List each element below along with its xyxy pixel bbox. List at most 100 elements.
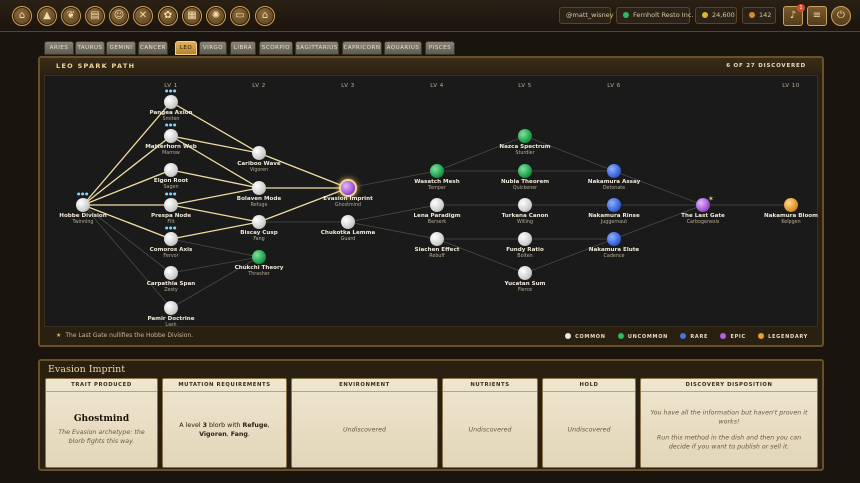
coins-pill: 24,600 (695, 7, 737, 24)
tab-pisces[interactable]: PISCES (425, 41, 455, 55)
node-name: Matterhorn Web (145, 144, 197, 150)
tab-gemini[interactable]: GEMINI (106, 41, 136, 55)
power-button[interactable]: ⏻ (831, 6, 851, 26)
legend-dot-icon (720, 333, 727, 339)
node-trait: Berserk (427, 219, 447, 225)
node-name: Pamir Doctrine (147, 316, 195, 322)
node-name: Cariboo Wave (237, 161, 281, 167)
tab-virgo[interactable]: VIRGO (199, 41, 227, 55)
node-name: Wasatch Mesh (414, 179, 460, 185)
spark-node-bolaven[interactable] (252, 181, 266, 195)
node-label: The Last Gate Carbogenesis (681, 213, 725, 226)
spark-node-cariboo[interactable] (252, 146, 266, 160)
spark-node-comoros[interactable] (164, 232, 178, 246)
home-icon[interactable]: ⌂ (12, 6, 32, 26)
legend-dot-icon (617, 333, 624, 339)
tools-icon[interactable]: ✕ (133, 6, 153, 26)
spark-node-pangea[interactable] (164, 95, 178, 109)
legend-label: EPIC (730, 334, 746, 340)
level-header: LV 6 (607, 83, 621, 89)
spark-node-nazca[interactable] (518, 129, 532, 143)
legend-legendary: LEGENDARY (758, 333, 808, 340)
special-star-icon: ✶ (708, 195, 714, 203)
star-rating-icon: ●●● (77, 191, 89, 196)
rarity-legend: COMMON UNCOMMON RARE EPIC LEGENDARY (555, 333, 808, 340)
spark-node-evasion[interactable] (341, 181, 355, 195)
node-label: Nazca Spectrum Sturdier (499, 144, 550, 157)
spark-node-elgon[interactable] (164, 163, 178, 177)
trait-desc: The Evasion archetype: the blorb fights … (58, 428, 145, 445)
shop-icon[interactable]: ⌂ (255, 6, 275, 26)
legend-common: COMMON (565, 333, 606, 340)
node-label: Turkana Canon Willing (502, 213, 549, 226)
node-name: Nubia Theorem (500, 179, 550, 185)
node-name: Siachen Effect (414, 247, 460, 253)
node-trait: Twinning (72, 219, 94, 225)
notifications-button[interactable]: ♪ 1 (783, 4, 805, 26)
username-pill[interactable]: @matt_wisney (559, 7, 614, 24)
tab-sagittarius[interactable]: SAGITTARIUS (295, 41, 339, 55)
spark-node-rinse[interactable] (607, 198, 621, 212)
detail-title: Evasion Imprint (48, 364, 126, 375)
gems-pill: 142 (742, 7, 776, 24)
disposition-card: DISCOVERY DISPOSITION You have all the i… (640, 378, 818, 468)
tab-leo[interactable]: LEO (175, 41, 197, 55)
flask-icon[interactable]: ▲ (37, 6, 57, 26)
node-trait: Carbogenesis (686, 219, 720, 225)
tab-capricorn[interactable]: CAPRICORN (342, 41, 382, 55)
legend-dot-icon (565, 333, 572, 339)
spark-node-biscay[interactable] (252, 215, 266, 229)
spark-node-pamir[interactable] (164, 301, 178, 315)
node-label: Biscay Cusp Fang (240, 230, 277, 243)
node-name: Hobbe Division (59, 213, 107, 219)
spark-path-panel: LEO SPARK PATH 6 OF 27 DISCOVERED LV 1 L… (38, 56, 824, 347)
trait-name: Ghostmind (73, 413, 130, 424)
node-trait: Vigoren (249, 167, 269, 173)
spark-node-turkana[interactable] (518, 198, 532, 212)
spark-node-lena[interactable] (430, 198, 444, 212)
chart-icon[interactable]: ☺ (109, 6, 129, 26)
node-name: The Last Gate (681, 213, 725, 219)
level-header: LV 10 (782, 83, 800, 89)
spark-node-matterhorn[interactable] (164, 129, 178, 143)
spark-node-chukchi[interactable] (252, 250, 266, 264)
nutrients-value: Undiscovered (468, 426, 512, 433)
node-trait: Kelpgen (781, 219, 801, 225)
legend-label: LEGENDARY (768, 334, 808, 340)
grid-icon[interactable]: ▦ (182, 6, 202, 26)
book-icon[interactable]: ▤ (85, 6, 105, 26)
node-label: Elgon Root Sagen (154, 178, 188, 191)
tab-aries[interactable]: ARIES (44, 41, 74, 55)
spark-node-elute[interactable] (607, 232, 621, 246)
spark-node-siachen[interactable] (430, 232, 444, 246)
gift-icon[interactable]: ✿ (158, 6, 178, 26)
node-name: Turkana Canon (501, 213, 549, 219)
company-pill[interactable]: Fernholt Resto Inc. (616, 7, 693, 24)
tab-libra[interactable]: LIBRA (230, 41, 256, 55)
tab-scorpio[interactable]: SCORPIO (259, 41, 293, 55)
leaf-icon[interactable]: ❦ (61, 6, 81, 26)
settings-icon[interactable]: ✺ (206, 6, 226, 26)
legend-label: RARE (690, 334, 709, 340)
spark-node-hobbe[interactable] (76, 198, 90, 212)
menu-button[interactable]: ≡ (807, 6, 827, 26)
spark-node-carpathia[interactable] (164, 266, 178, 280)
gem-count: 142 (759, 11, 772, 19)
tab-taurus[interactable]: TAURUS (75, 41, 105, 55)
node-label: Lena Paradigm Berserk (413, 213, 460, 226)
node-trait: Cadence (603, 253, 625, 259)
spark-node-prespa[interactable] (164, 198, 178, 212)
hold-card: HOLD Undiscovered (542, 378, 636, 468)
spark-node-yucatan[interactable] (518, 266, 532, 280)
spark-node-nubia[interactable] (518, 164, 532, 178)
spark-node-bloom[interactable] (784, 198, 798, 212)
spark-node-wasatch[interactable] (430, 164, 444, 178)
spark-node-chukotka[interactable] (341, 215, 355, 229)
spark-node-fundy[interactable] (518, 232, 532, 246)
spark-node-assay[interactable] (607, 164, 621, 178)
puzzle-icon[interactable]: ▭ (230, 6, 250, 26)
tab-cancer[interactable]: CANCER (138, 41, 168, 55)
panel-footer: ★ The Last Gate nullifies the Hobbe Divis… (40, 329, 822, 345)
tab-aquarius[interactable]: AQUARIUS (384, 41, 422, 55)
star-icon: ★ (56, 332, 62, 339)
